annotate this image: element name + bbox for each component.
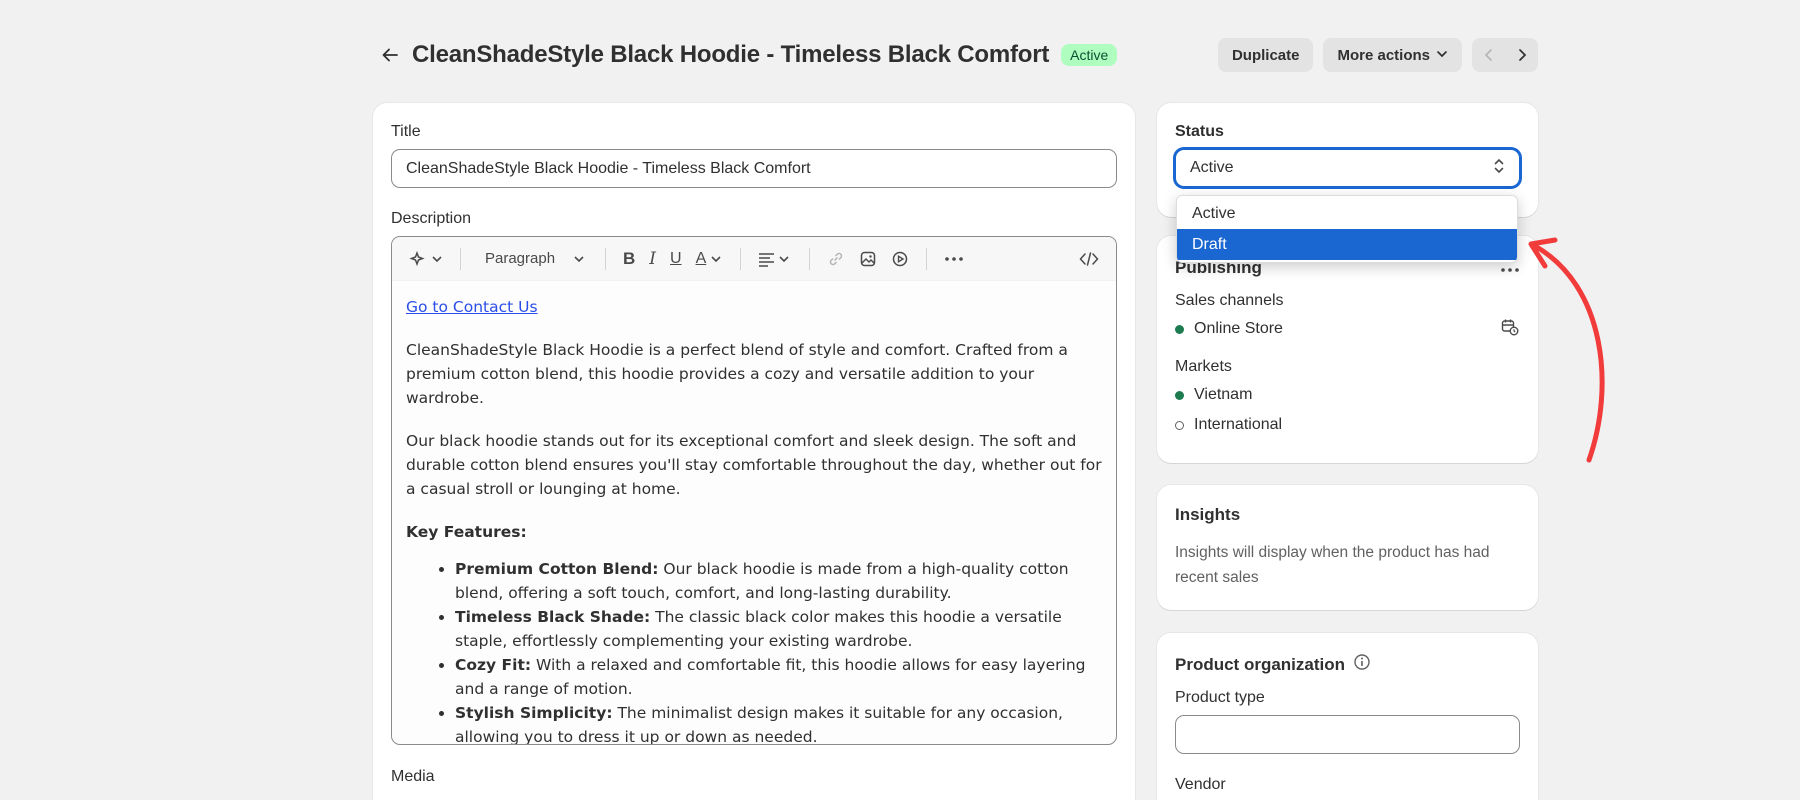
markets-label: Markets [1175,358,1232,375]
page-header: CleanShadeStyle Black Hoodie - Timeless … [376,36,1538,74]
toolbar-divider [926,247,928,270]
page-title: CleanShadeStyle Black Hoodie - Timeless … [412,41,1050,68]
bold-icon[interactable]: B [618,244,640,274]
feature-title: Timeless Black Shade: [455,608,651,626]
description-label: Description [391,210,472,227]
status-label: Status [1175,123,1224,140]
next-product-icon[interactable] [1505,38,1538,72]
more-options-icon[interactable] [939,244,969,274]
active-dot-icon [1175,390,1184,400]
previous-product-icon[interactable] [1472,38,1505,72]
market-row: Vietnam [1175,384,1520,406]
italic-icon[interactable]: I [644,244,661,274]
media-label: Media [391,768,435,785]
description-content[interactable]: Go to Contact Us CleanShadeStyle Black H… [392,281,1116,744]
product-organization-title: Product organization [1175,654,1345,674]
toolbar-divider [460,247,461,270]
contact-us-link[interactable]: Go to Contact Us [406,298,538,316]
status-option-active[interactable]: Active [1177,198,1517,229]
feature-title: Premium Cotton Blend: [455,560,659,578]
status-selected-value: Active [1190,159,1234,176]
insights-text: Insights will display when the product h… [1175,544,1490,586]
list-item: Cozy Fit: With a relaxed and comfortable… [455,653,1102,701]
ai-sparkle-icon[interactable] [404,244,448,274]
header-actions: Duplicate More actions [1217,38,1538,72]
publishing-card: Publishing Sales channels Online Store M… [1157,236,1538,463]
status-badge: Active [1061,44,1118,66]
list-item: Premium Cotton Blend: Our black hoodie i… [455,557,1102,605]
toolbar-divider [809,247,811,270]
toolbar-divider [605,247,606,270]
chevron-down-icon [1436,47,1448,64]
product-details-card: Title CleanShadeStyle Black Hoodie - Tim… [373,103,1135,800]
feature-title: Cozy Fit: [455,656,532,674]
inactive-dot-icon [1175,420,1184,430]
pagination [1472,38,1538,72]
feature-title: Stylish Simplicity: [455,704,613,722]
image-icon[interactable] [854,244,882,274]
underline-icon[interactable]: U [665,244,687,274]
channel-name: Online Store [1194,320,1283,337]
channel-row: Online Store [1175,318,1520,340]
status-select[interactable]: Active [1175,149,1520,187]
market-name: Vietnam [1194,386,1253,403]
more-actions-label: More actions [1337,46,1430,64]
product-organization-card: Product organization Product type Vendor [1157,633,1538,800]
toolbar-divider [740,247,742,270]
calendar-schedule-icon[interactable] [1500,317,1520,342]
insights-card: Insights Insights will display when the … [1157,485,1538,610]
status-dropdown: Active Draft [1176,195,1518,263]
description-paragraph: CleanShadeStyle Black Hoodie is a perfec… [406,341,1068,407]
key-features-heading: Key Features: [406,523,527,541]
market-name: International [1194,416,1283,433]
product-type-label: Product type [1175,689,1265,706]
duplicate-button[interactable]: Duplicate [1217,38,1314,72]
editor-toolbar: Paragraph B I U A [392,237,1116,281]
vendor-label: Vendor [1175,776,1226,793]
list-item: Stylish Simplicity: The minimalist desig… [455,701,1102,744]
active-dot-icon [1175,324,1184,334]
description-editor[interactable]: Paragraph B I U A Go to Contact Us Clean… [391,236,1117,745]
title-input[interactable]: CleanShadeStyle Black Hoodie - Timeless … [391,149,1117,188]
features-list: Premium Cotton Blend: Our black hoodie i… [406,557,1102,744]
feature-text: With a relaxed and comfortable fit, this… [455,656,1086,698]
title-label: Title [391,123,421,140]
sales-channels-label: Sales channels [1175,292,1284,309]
chevron-down-icon [574,255,584,262]
paragraph-select[interactable]: Paragraph [473,244,593,274]
code-view-icon[interactable] [1074,244,1104,274]
text-color-icon[interactable]: A [691,244,729,274]
video-icon[interactable] [886,244,914,274]
more-actions-button[interactable]: More actions [1323,38,1462,72]
link-icon[interactable] [822,244,850,274]
back-arrow-icon[interactable] [376,41,404,69]
align-icon[interactable] [753,244,797,274]
status-option-draft[interactable]: Draft [1177,229,1517,260]
list-item: Timeless Black Shade: The classic black … [455,605,1102,653]
select-arrows-icon [1493,157,1505,180]
product-type-input[interactable] [1175,715,1520,754]
paragraph-label: Paragraph [485,250,556,267]
description-paragraph: Our black hoodie stands out for its exce… [406,432,1102,498]
insights-title: Insights [1175,505,1241,524]
info-icon[interactable] [1353,653,1371,676]
market-row: International [1175,414,1520,436]
